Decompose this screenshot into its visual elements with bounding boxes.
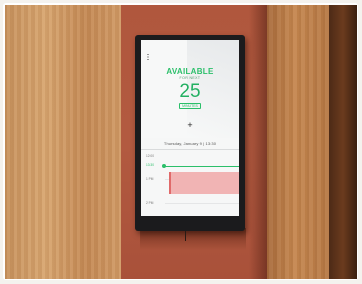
- menu-icon-glyph: [147, 54, 149, 60]
- device-cable: [185, 231, 186, 241]
- panel-shadow: [249, 5, 267, 279]
- timeline-divider: [141, 149, 239, 150]
- current-time-line: [165, 165, 239, 167]
- plus-icon: +: [187, 120, 193, 130]
- door-edge: [329, 5, 357, 279]
- wood-wall-left: [5, 5, 121, 279]
- timeline-label-1pm: 1 PM: [146, 177, 154, 181]
- timeline-label-2pm: 2 PM: [146, 201, 154, 205]
- minutes-unit-badge: MINUTES: [179, 103, 201, 109]
- menu-icon[interactable]: [146, 47, 150, 60]
- device-shadow: [140, 228, 246, 250]
- book-room-button[interactable]: +: [185, 120, 195, 130]
- status-subtitle: FOR NEXT: [179, 76, 201, 80]
- photo-scene: AVAILABLE FOR NEXT 25 MINUTES + Thursday…: [0, 0, 362, 284]
- room-booking-device: AVAILABLE FOR NEXT 25 MINUTES + Thursday…: [135, 35, 245, 231]
- booked-event-block[interactable]: [169, 172, 239, 194]
- minutes-value: 25: [179, 81, 201, 102]
- device-screen: AVAILABLE FOR NEXT 25 MINUTES + Thursday…: [141, 40, 239, 216]
- timeline-label-now: 13:30: [146, 163, 154, 167]
- date-time-line: Thursday, January 9 | 13:30: [163, 141, 217, 146]
- timeline-label-start: 12:00: [146, 154, 154, 158]
- status-title: AVAILABLE: [166, 67, 214, 76]
- timeline-gridline: [165, 203, 239, 204]
